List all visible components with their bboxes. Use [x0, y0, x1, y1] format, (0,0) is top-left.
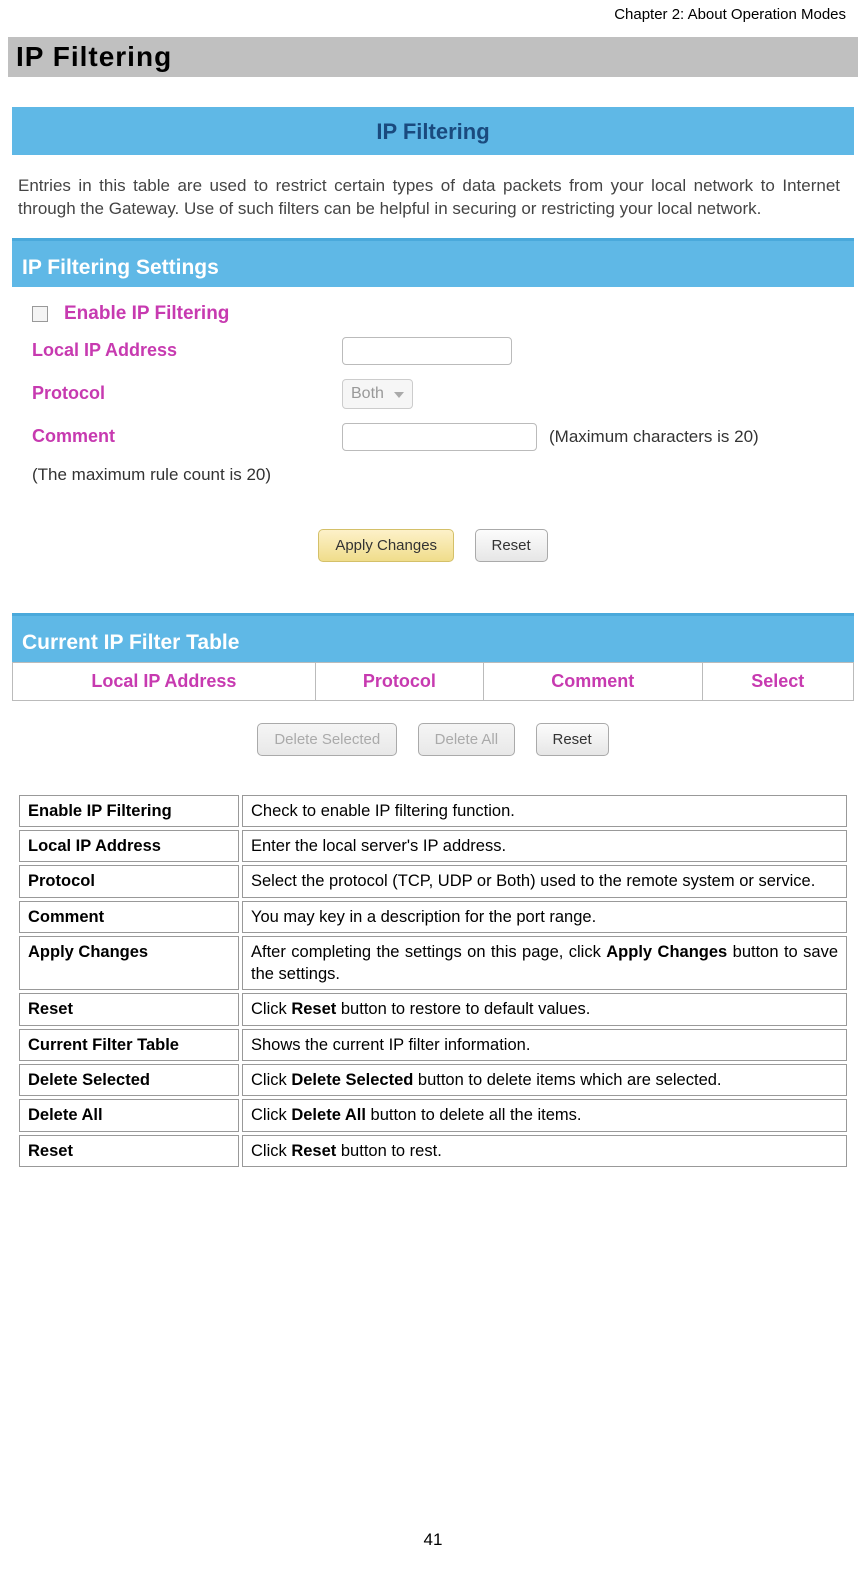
router-screenshot: IP Filtering Entries in this table are u…	[12, 107, 854, 776]
filter-table-section-bar: Current IP Filter Table	[12, 616, 854, 662]
description-table: Enable IP FilteringCheck to enable IP fi…	[16, 792, 850, 1170]
desc-value: You may key in a description for the por…	[242, 901, 847, 933]
delete-all-button[interactable]: Delete All	[418, 723, 515, 756]
desc-value: Click Delete Selected button to delete i…	[242, 1064, 847, 1096]
desc-key: Apply Changes	[19, 936, 239, 991]
table-row: Enable IP FilteringCheck to enable IP fi…	[19, 795, 847, 827]
protocol-select[interactable]: Both	[342, 379, 413, 409]
enable-ip-filtering-checkbox[interactable]	[32, 306, 48, 322]
table-row: CommentYou may key in a description for …	[19, 901, 847, 933]
desc-value: Click Reset button to rest.	[242, 1135, 847, 1167]
reset-button[interactable]: Reset	[475, 529, 548, 562]
desc-key: Delete All	[19, 1099, 239, 1131]
desc-key: Local IP Address	[19, 830, 239, 862]
desc-value: After completing the settings on this pa…	[242, 936, 847, 991]
desc-value: Enter the local server's IP address.	[242, 830, 847, 862]
comment-label: Comment	[32, 426, 342, 447]
page-number: 41	[8, 1530, 858, 1570]
desc-value: Select the protocol (TCP, UDP or Both) u…	[242, 865, 847, 897]
table-row: Delete AllClick Delete All button to del…	[19, 1099, 847, 1131]
protocol-select-value: Both	[351, 385, 384, 403]
reset-table-button[interactable]: Reset	[536, 723, 609, 756]
desc-value: Click Reset button to restore to default…	[242, 993, 847, 1025]
comment-input[interactable]	[342, 423, 537, 451]
desc-key: Current Filter Table	[19, 1029, 239, 1061]
col-select: Select	[702, 662, 853, 700]
col-comment: Comment	[483, 662, 702, 700]
ip-filter-table: Local IP Address Protocol Comment Select	[12, 662, 854, 701]
protocol-label: Protocol	[32, 383, 342, 404]
router-panel-description: Entries in this table are used to restri…	[12, 155, 854, 241]
rule-count-note: (The maximum rule count is 20)	[32, 465, 834, 485]
router-panel-title: IP Filtering	[12, 107, 854, 155]
desc-key: Delete Selected	[19, 1064, 239, 1096]
table-row: ResetClick Reset button to rest.	[19, 1135, 847, 1167]
desc-key: Enable IP Filtering	[19, 795, 239, 827]
table-row: Current Filter TableShows the current IP…	[19, 1029, 847, 1061]
col-local-ip: Local IP Address	[13, 662, 316, 700]
chapter-header: Chapter 2: About Operation Modes	[8, 0, 858, 37]
table-row: Apply ChangesAfter completing the settin…	[19, 936, 847, 991]
comment-hint: (Maximum characters is 20)	[549, 427, 759, 447]
delete-selected-button[interactable]: Delete Selected	[257, 723, 397, 756]
table-row: Delete SelectedClick Delete Selected but…	[19, 1064, 847, 1096]
local-ip-input[interactable]	[342, 337, 512, 365]
desc-key: Protocol	[19, 865, 239, 897]
desc-value: Check to enable IP filtering function.	[242, 795, 847, 827]
table-row: ProtocolSelect the protocol (TCP, UDP or…	[19, 865, 847, 897]
page-title: IP Filtering	[8, 37, 858, 77]
desc-value: Shows the current IP filter information.	[242, 1029, 847, 1061]
table-row: Local IP AddressEnter the local server's…	[19, 830, 847, 862]
desc-key: Comment	[19, 901, 239, 933]
desc-value: Click Delete All button to delete all th…	[242, 1099, 847, 1131]
apply-changes-button[interactable]: Apply Changes	[318, 529, 454, 562]
settings-section-bar: IP Filtering Settings	[12, 241, 854, 287]
enable-ip-filtering-label: Enable IP Filtering	[64, 303, 229, 325]
table-row: ResetClick Reset button to restore to de…	[19, 993, 847, 1025]
desc-key: Reset	[19, 1135, 239, 1167]
local-ip-label: Local IP Address	[32, 340, 342, 361]
col-protocol: Protocol	[315, 662, 483, 700]
desc-key: Reset	[19, 993, 239, 1025]
